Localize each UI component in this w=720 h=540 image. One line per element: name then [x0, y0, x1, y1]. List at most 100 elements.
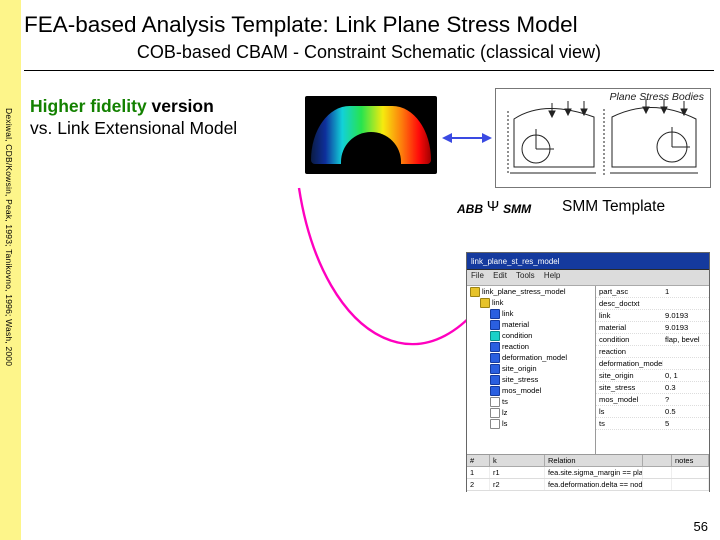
grid-cell: r2: [490, 479, 545, 490]
tree-node[interactable]: lz: [467, 407, 595, 418]
tree-node[interactable]: site_origin: [467, 363, 595, 374]
node-icon: [490, 331, 500, 341]
prop-value: [663, 346, 709, 357]
property-row[interactable]: ls0.5: [596, 406, 709, 418]
property-row[interactable]: part_asc1: [596, 286, 709, 298]
node-label: link_plane_stress_model: [482, 287, 566, 296]
node-label: deformation_model: [502, 353, 567, 362]
note-rest: version: [147, 96, 214, 116]
grid-cell: [643, 467, 672, 478]
prop-key: site_stress: [596, 382, 663, 393]
node-icon: [490, 342, 500, 352]
property-row[interactable]: mos_model?: [596, 394, 709, 406]
relations-grid[interactable]: # k Relation notes 1r1fea.site.sigma_mar…: [467, 454, 709, 495]
node-icon: [490, 375, 500, 385]
prop-value: 0, 1: [663, 370, 709, 381]
prop-key: material: [596, 322, 663, 333]
tree-node[interactable]: condition: [467, 330, 595, 341]
divider: [24, 70, 714, 71]
menubar[interactable]: File Edit Tools Help: [467, 270, 709, 286]
node-label: link: [502, 309, 513, 318]
node-label: link: [492, 298, 503, 307]
abb-psi-smm-label: ABB Ψ SMM: [457, 198, 531, 216]
plane-stress-diagram: Plane Stress Bodies: [495, 88, 711, 188]
window-title: link_plane_st_res_model: [471, 257, 560, 266]
node-label: mos_model: [502, 386, 541, 395]
property-row[interactable]: material9.0193: [596, 322, 709, 334]
node-icon: [490, 408, 500, 418]
psi-symbol: Ψ: [487, 198, 500, 215]
col-relation: Relation: [545, 455, 643, 466]
property-row[interactable]: deformation_model: [596, 358, 709, 370]
prop-value: 0.3: [663, 382, 709, 393]
grid-cell: 1: [467, 467, 490, 478]
prop-key: part_asc: [596, 286, 663, 297]
tree-panel[interactable]: link_plane_stress_modellink link material c…: [467, 286, 596, 454]
tree-node[interactable]: ts: [467, 396, 595, 407]
page-title: FEA-based Analysis Template: Link Plane …: [24, 12, 714, 38]
node-label: site_stress: [502, 375, 538, 384]
property-row[interactable]: site_origin0, 1: [596, 370, 709, 382]
page-subtitle: COB-based CBAM - Constraint Schematic (c…: [24, 42, 714, 63]
tree-node[interactable]: reaction: [467, 341, 595, 352]
smm-text: SMM: [503, 202, 531, 216]
prop-value: 0.5: [663, 406, 709, 417]
node-label: ts: [502, 397, 508, 406]
prop-key: mos_model: [596, 394, 663, 405]
prop-key: condition: [596, 334, 663, 345]
node-icon: [490, 353, 500, 363]
prop-value: 1: [663, 286, 709, 297]
grid-cell: [643, 479, 672, 490]
node-icon: [480, 298, 490, 308]
note-highlight: Higher fidelity: [30, 96, 147, 116]
tree-node[interactable]: link: [467, 297, 595, 308]
node-label: condition: [502, 331, 532, 340]
abb-text: ABB: [457, 202, 483, 216]
window-titlebar[interactable]: link_plane_st_res_model: [467, 253, 709, 270]
properties-panel[interactable]: part_asc1desc_doctxtlink9.0193material9.…: [596, 286, 709, 454]
property-row[interactable]: conditionflap, bevel: [596, 334, 709, 346]
node-label: material: [502, 320, 529, 329]
tree-node[interactable]: ls: [467, 418, 595, 429]
menu-edit[interactable]: Edit: [493, 271, 507, 280]
prop-value: [663, 298, 709, 309]
property-row[interactable]: site_stress0.3: [596, 382, 709, 394]
tree-node[interactable]: material: [467, 319, 595, 330]
node-icon: [490, 419, 500, 429]
prop-key: ts: [596, 418, 663, 429]
tree-node[interactable]: deformation_model: [467, 352, 595, 363]
grid-row[interactable]: 1r1fea.site.sigma_margin == plane_stress…: [467, 467, 709, 479]
tree-node[interactable]: link_plane_stress_model: [467, 286, 595, 297]
prop-key: site_origin: [596, 370, 663, 381]
node-icon: [490, 320, 500, 330]
prop-value: ?: [663, 394, 709, 405]
property-row[interactable]: ts5: [596, 418, 709, 430]
menu-file[interactable]: File: [471, 271, 484, 280]
tree-node[interactable]: site_stress: [467, 374, 595, 385]
grid-cell: fea.deformation.delta == node(n2,primary…: [545, 479, 643, 490]
note-line-1: Higher fidelity version: [30, 96, 214, 117]
prop-key: ls: [596, 406, 663, 417]
fea-cutout: [341, 132, 401, 166]
col-notes: notes: [672, 455, 709, 466]
node-icon: [490, 364, 500, 374]
node-label: ls: [502, 419, 507, 428]
property-row[interactable]: desc_doctxt: [596, 298, 709, 310]
tree-node[interactable]: link: [467, 308, 595, 319]
prop-value: [663, 358, 709, 369]
note-line-2: vs. Link Extensional Model: [30, 118, 237, 139]
grid-cell: [672, 479, 709, 490]
property-row[interactable]: reaction: [596, 346, 709, 358]
col-blank: [643, 455, 672, 466]
menu-help[interactable]: Help: [544, 271, 560, 280]
smm-template-label: SMM Template: [562, 198, 665, 216]
grid-row[interactable]: 2r2fea.deformation.delta == node(n2,prim…: [467, 479, 709, 491]
node-label: site_origin: [502, 364, 537, 373]
prop-value: 9.0193: [663, 322, 709, 333]
grid-cell: r1: [490, 467, 545, 478]
node-icon: [490, 386, 500, 396]
property-row[interactable]: link9.0193: [596, 310, 709, 322]
grid-cell: fea.site.sigma_margin == plane_stress_bo…: [545, 467, 643, 478]
menu-tools[interactable]: Tools: [516, 271, 535, 280]
tree-node[interactable]: mos_model: [467, 385, 595, 396]
